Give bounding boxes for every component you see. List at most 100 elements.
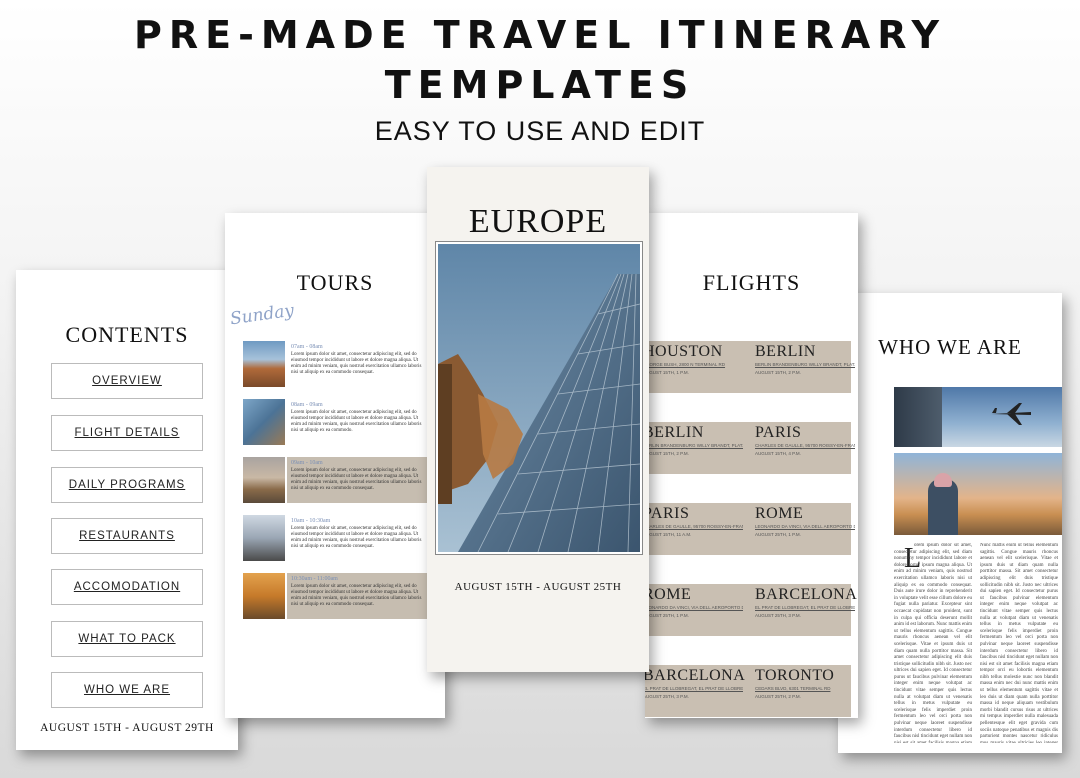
flight-from-date: AUGUST 15TH, 11 A.M. — [645, 532, 692, 537]
who-we-are-title: WHO WE ARE — [878, 335, 1022, 359]
flight-to-airport: CHARLES DE GAULLE, 95700 ROISSY-EN-FRANC… — [755, 443, 855, 448]
contents-footer-dates: AUGUST 15TH - AUGUST 29TH — [40, 722, 214, 734]
tour-time: 09am - 10am — [291, 460, 323, 466]
flight-from-cell: HOUSTON GEORGE BUSH, 2800 N TERMINAL RD AU… — [645, 343, 743, 375]
flight-to-cell: PARIS CHARLES DE GAULLE, 95700 ROISSY-EN-… — [755, 424, 855, 456]
flight-from-city: BERLIN — [645, 424, 704, 441]
tour-info: 07am - 08am Lorem ipsum dolor sit amet, … — [287, 341, 433, 387]
flight-from-airport: EL PRAT DE LLOBREGAT, EL PRAT DE LLOBREG… — [645, 686, 743, 691]
flight-from-cell: BERLIN BERLIN BRANDENBURG WILLY BRANDT, P… — [645, 424, 743, 456]
tour-description: Lorem ipsum dolor sit amet, consectetur … — [291, 352, 422, 375]
flight-to-date: AUGUST 15TH, 4 P.M. — [755, 451, 801, 456]
tour-time: 08am - 09am — [291, 402, 323, 408]
tour-info: 10:30am - 11:00am Lorem ipsum dolor sit … — [287, 573, 433, 619]
photo-balloons-traveler — [894, 453, 1062, 535]
flight-from-date: AUGUST 25TH, 1 P.M. — [645, 613, 689, 618]
flight-from-airport: LEONARDO DA VINCI, VIA DELL AEROPORTO DI… — [645, 605, 743, 610]
flight-to-city: BARCELONA — [755, 586, 858, 603]
flight-from-airport: CHARLES DE GAULLE, 95700 ROISSY-EN-FRANC… — [645, 524, 743, 529]
tour-description: Lorem ipsum dolor sit amet, consectetur … — [291, 410, 422, 433]
photo-plane-sky — [894, 387, 1062, 447]
tour-info: 09am - 10am Lorem ipsum dolor sit amet, … — [287, 457, 433, 503]
tours-title: TOURS — [296, 270, 374, 295]
tour-row: 10am - 10:30am Lorem ipsum dolor sit ame… — [243, 515, 433, 561]
contents-restaurants-button[interactable]: RESTAURANTS — [51, 518, 203, 554]
flight-row: BERLIN BERLIN BRANDENBURG WILLY BRANDT, P… — [645, 422, 855, 474]
tour-time: 10:30am - 11:00am — [291, 576, 338, 582]
who-text-column-2: Nunc mattis enim ut tellus elementum sag… — [980, 543, 1058, 743]
contents-overview-button[interactable]: OVERVIEW — [51, 363, 203, 399]
tour-info: 08am - 09am Lorem ipsum dolor sit amet, … — [287, 399, 433, 445]
flight-to-cell: ROME LEONARDO DA VINCI, VIA DELL AEROPORT… — [755, 505, 855, 537]
tour-time: 07am - 08am — [291, 344, 323, 350]
flight-to-city: TORONTO — [755, 667, 835, 684]
tour-row: 09am - 10am Lorem ipsum dolor sit amet, … — [243, 457, 433, 503]
tour-time: 10am - 10:30am — [291, 518, 331, 524]
tour-photo-louvre — [243, 399, 285, 445]
europe-title: EUROPE — [468, 203, 608, 240]
contents-flight-details-button[interactable]: FLIGHT DETAILS — [51, 415, 203, 451]
europe-cover-page: EUROPE AUGUST 15TH - AUGUST 25TH — [427, 167, 649, 672]
traveler-hat — [934, 473, 952, 487]
flight-row: HOUSTON GEORGE BUSH, 2800 N TERMINAL RD AU… — [645, 341, 855, 393]
flight-from-airport: GEORGE BUSH, 2800 N TERMINAL RD — [645, 362, 726, 367]
flight-from-city: ROME — [645, 586, 692, 603]
flight-to-cell: BERLIN BERLIN BRANDENBURG WILLY BRANDT, P… — [755, 343, 855, 375]
tour-description: Lorem ipsum dolor sit amet, consectetur … — [291, 468, 422, 491]
tours-page: TOURS Sunday 07am - 08am Lorem ipsum dol… — [225, 213, 445, 718]
tour-description: Lorem ipsum dolor sit amet, consectetur … — [291, 584, 422, 607]
tour-row: 10:30am - 11:00am Lorem ipsum dolor sit … — [243, 573, 433, 619]
flight-to-date: AUGUST 25TH, 3 P.M. — [755, 613, 801, 618]
flight-to-city: PARIS — [755, 424, 802, 441]
who-text-column-1: orem ipsum dolor sit amet, consectetur a… — [894, 543, 972, 743]
flight-to-airport: LEONARDO DA VINCI, VIA DELL AEROPORTO DI… — [755, 524, 855, 529]
europe-dates: AUGUST 15TH - AUGUST 25TH — [454, 581, 622, 593]
flight-to-airport: CEDARS BLVD, 6301 TERMINAL RD — [755, 686, 831, 691]
tour-description: Lorem ipsum dolor sit amet, consectetur … — [291, 526, 422, 549]
cover-photo-louvre-pyramid — [435, 241, 643, 555]
flight-from-cell: PARIS CHARLES DE GAULLE, 95700 ROISSY-EN-… — [645, 505, 743, 537]
flight-from-cell: ROME LEONARDO DA VINCI, VIA DELL AEROPORT… — [645, 586, 743, 618]
who-we-are-page: WHO WE ARE L orem ipsum dolor sit amet, … — [838, 293, 1062, 753]
flight-from-cell: BARCELONA EL PRAT DE LLOBREGAT, EL PRAT D… — [645, 667, 746, 699]
headline-subtitle: EASY TO USE AND EDIT — [374, 116, 706, 146]
flights-page: FLIGHTS HOUSTON GEORGE BUSH, 2800 N TERMI… — [645, 213, 858, 718]
flight-from-city: PARIS — [645, 505, 690, 522]
flight-to-city: BERLIN — [755, 343, 816, 360]
airplane-icon — [991, 403, 1031, 425]
tour-info: 10am - 10:30am Lorem ipsum dolor sit ame… — [287, 515, 433, 561]
tour-row: 08am - 09am Lorem ipsum dolor sit amet, … — [243, 399, 433, 445]
contents-title: CONTENTS — [65, 322, 189, 347]
tour-photo-chateau — [243, 457, 285, 503]
flight-from-date: AUGUST 25TH, 3 P.M. — [645, 694, 689, 699]
flight-row: PARIS CHARLES DE GAULLE, 95700 ROISSY-EN-… — [645, 503, 855, 555]
contents-daily-programs-button[interactable]: DAILY PROGRAMS — [51, 467, 203, 503]
flight-to-date: AUGUST 15TH, 2 P.M. — [755, 370, 801, 375]
tour-row: 07am - 08am Lorem ipsum dolor sit amet, … — [243, 341, 433, 387]
flights-title: FLIGHTS — [702, 270, 801, 295]
contents-who-we-are-button[interactable]: WHO WE ARE — [51, 672, 203, 708]
traveler-figure — [928, 479, 958, 535]
flight-to-cell: TORONTO CEDARS BLVD, 6301 TERMINAL RD AUGU… — [755, 667, 855, 699]
pyramid-illustration — [438, 244, 640, 552]
contents-accomodation-button[interactable]: ACCOMODATION — [51, 569, 203, 605]
flight-to-date: AUGUST 25TH, 1 P.M. — [755, 532, 801, 537]
contents-what-to-pack-button[interactable]: WHAT TO PACK — [51, 621, 203, 657]
tour-photo-versailles — [243, 573, 285, 619]
flight-to-airport: EL PRAT DE LLOBREGAT, EL PRAT DE LLOBREG… — [755, 605, 855, 610]
tour-photo-palace — [243, 341, 285, 387]
contents-page: CONTENTS OVERVIEW FLIGHT DETAILS DAILY P… — [16, 270, 238, 750]
flight-row: ROME LEONARDO DA VINCI, VIA DELL AEROPORT… — [645, 584, 857, 636]
headline-line1: PRE-MADE TRAVEL ITINERARY — [134, 13, 946, 57]
flight-row: BARCELONA EL PRAT DE LLOBREGAT, EL PRAT D… — [645, 665, 851, 717]
flight-from-date: AUGUST 15TH, 1 P.M. — [645, 370, 689, 375]
flight-to-date: AUGUST 25TH, 2 P.M. — [755, 694, 801, 699]
building-shadow — [894, 387, 942, 447]
flight-from-city: BARCELONA — [645, 667, 746, 684]
tours-day-script: Sunday — [228, 300, 296, 330]
headline-line2: TEMPLATES — [384, 63, 696, 107]
tour-photo-eiffel — [243, 515, 285, 561]
flight-from-date: AUGUST 15TH, 2 P.M. — [645, 451, 689, 456]
flight-from-airport: BERLIN BRANDENBURG WILLY BRANDT, PLATZ — [645, 443, 743, 448]
flight-to-city: ROME — [755, 505, 804, 522]
